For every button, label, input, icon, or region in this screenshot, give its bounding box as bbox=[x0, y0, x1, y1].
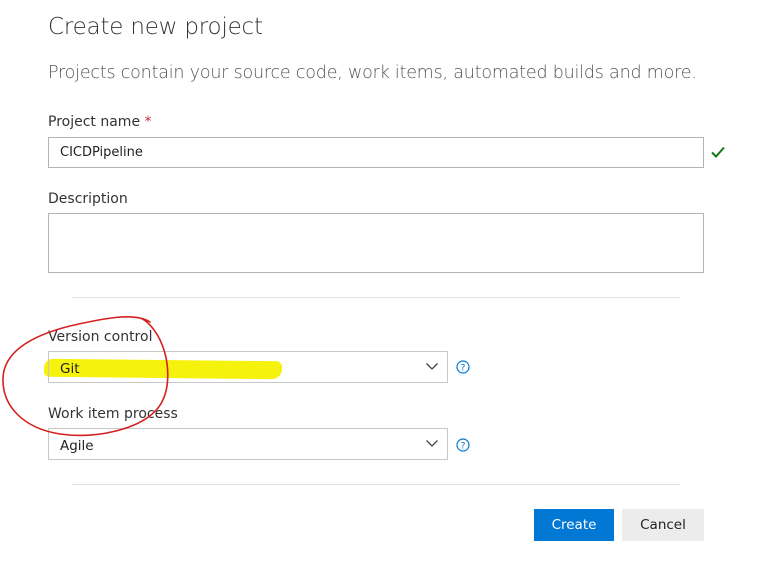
chevron-down-icon bbox=[426, 363, 438, 370]
page-title: Create new project bbox=[48, 14, 263, 40]
version-control-label: Version control bbox=[48, 329, 153, 345]
version-control-value: Git bbox=[60, 361, 80, 377]
page-subtitle: Projects contain your source code, work … bbox=[48, 63, 697, 83]
work-item-process-value: Agile bbox=[60, 438, 94, 454]
required-mark: * bbox=[144, 114, 152, 130]
divider bbox=[72, 484, 680, 485]
work-item-process-select[interactable]: Agile bbox=[48, 428, 448, 460]
help-circle-icon[interactable]: ? bbox=[456, 438, 470, 452]
project-name-input[interactable] bbox=[48, 137, 704, 168]
description-field[interactable] bbox=[48, 213, 704, 273]
svg-text:?: ? bbox=[461, 363, 466, 373]
red-circle-annotation bbox=[2, 315, 169, 437]
help-circle-icon[interactable]: ? bbox=[456, 360, 470, 374]
project-name-label-text: Project name bbox=[48, 114, 141, 130]
version-control-select[interactable]: Git bbox=[48, 351, 448, 383]
description-label: Description bbox=[48, 191, 128, 207]
work-item-process-label: Work item process bbox=[48, 406, 178, 422]
create-button[interactable]: Create bbox=[534, 509, 614, 541]
project-name-label: Project name * bbox=[48, 114, 152, 130]
check-icon bbox=[711, 146, 725, 158]
svg-text:?: ? bbox=[461, 441, 466, 451]
chevron-down-icon bbox=[426, 440, 438, 447]
cancel-button[interactable]: Cancel bbox=[622, 509, 704, 541]
divider bbox=[72, 297, 680, 298]
